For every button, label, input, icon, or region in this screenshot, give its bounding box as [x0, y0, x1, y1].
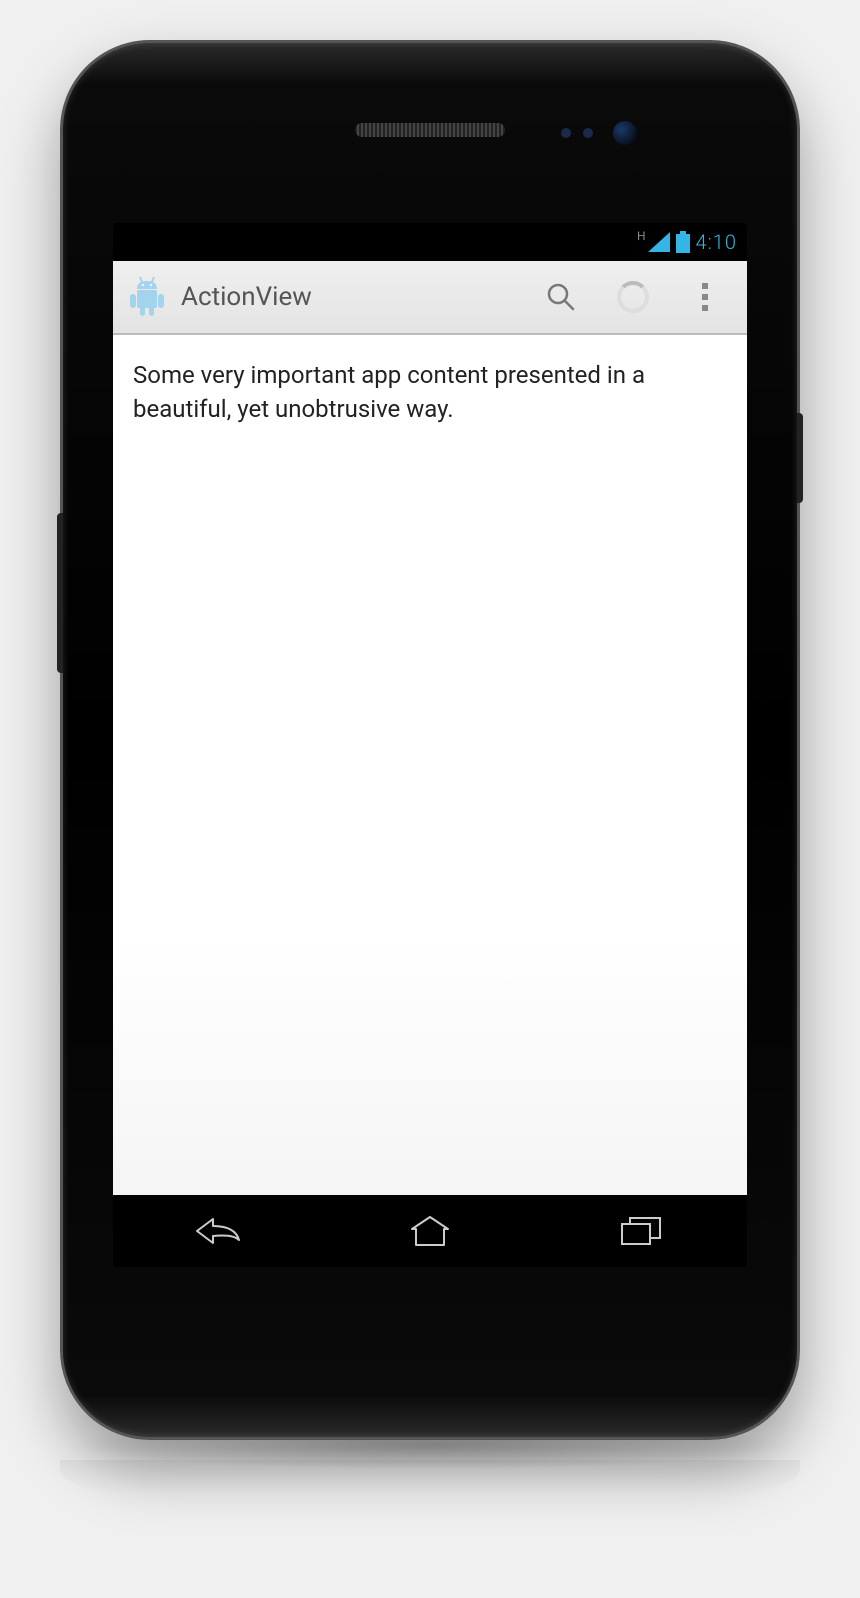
overflow-icon: [702, 283, 708, 311]
home-button[interactable]: [370, 1206, 490, 1256]
back-icon: [195, 1216, 243, 1246]
recent-icon: [620, 1216, 662, 1246]
earpiece: [355, 123, 505, 137]
navigation-bar: [113, 1195, 747, 1267]
android-icon[interactable]: [125, 275, 169, 319]
battery-icon: [676, 231, 690, 253]
sensor-cluster: [561, 121, 637, 145]
network-type-label: H: [637, 223, 646, 243]
home-icon: [408, 1215, 452, 1247]
clock-label: 4:10: [696, 230, 737, 254]
signal-icon: [648, 232, 670, 252]
overflow-button[interactable]: [675, 267, 735, 327]
action-bar: ActionView: [113, 261, 747, 335]
content-text: Some very important app content presente…: [133, 359, 727, 426]
recent-apps-button[interactable]: [581, 1206, 701, 1256]
content-area[interactable]: Some very important app content presente…: [113, 335, 747, 1195]
search-icon: [545, 281, 577, 313]
loading-indicator: [603, 267, 663, 327]
reflection: [60, 1460, 800, 1496]
spinner-icon: [617, 281, 649, 313]
phone-frame: H 4:10: [60, 40, 800, 1440]
volume-rocker[interactable]: [57, 513, 63, 673]
power-button[interactable]: [797, 413, 803, 503]
search-button[interactable]: [531, 267, 591, 327]
back-button[interactable]: [159, 1206, 279, 1256]
screen: H 4:10: [113, 223, 747, 1267]
status-bar[interactable]: H 4:10: [113, 223, 747, 261]
app-title: ActionView: [181, 282, 519, 312]
